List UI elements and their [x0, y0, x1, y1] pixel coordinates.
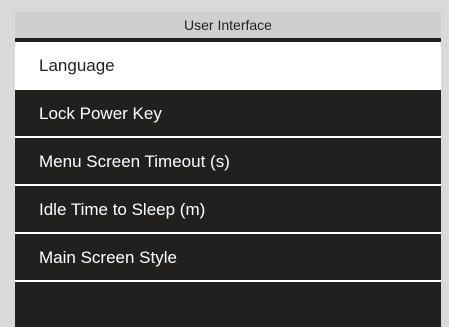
- menu-item-label: Menu Screen Timeout (s): [39, 152, 230, 171]
- menu-item-main-screen-style[interactable]: Main Screen Style: [15, 234, 441, 282]
- menu-item-lock-power-key[interactable]: Lock Power Key: [15, 90, 441, 138]
- menu-item-menu-screen-timeout[interactable]: Menu Screen Timeout (s): [15, 138, 441, 186]
- menu-item-language[interactable]: Language: [15, 42, 441, 90]
- menu-item-label: Idle Time to Sleep (m): [39, 200, 206, 219]
- settings-menu: Language Lock Power Key Menu Screen Time…: [15, 12, 441, 327]
- menu-item-label: Language: [39, 56, 115, 75]
- device-screen: User Interface Language Lock Power Key M…: [15, 12, 441, 327]
- menu-item-label: Main Screen Style: [39, 248, 177, 267]
- menu-divider: [15, 280, 441, 282]
- menu-item-idle-time-to-sleep[interactable]: Idle Time to Sleep (m): [15, 186, 441, 234]
- menu-item-label: Lock Power Key: [39, 104, 162, 123]
